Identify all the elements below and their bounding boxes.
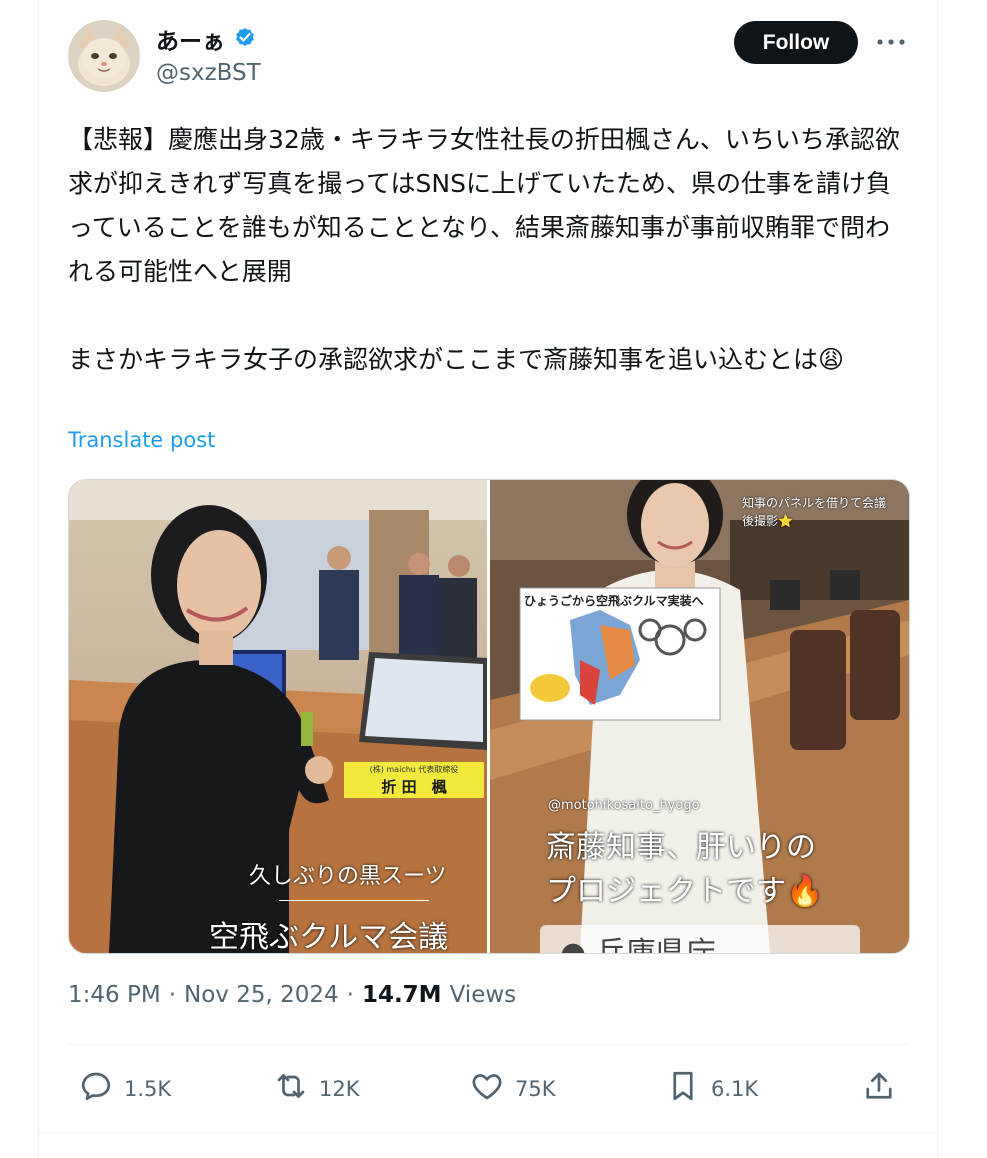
author-display-name[interactable]: あーぁ [156,22,225,56]
media-grid: (株) maichu 代表取締役 折 田 楓 久しぶりの黒スーツ 空飛ぶクルマ会… [68,479,910,954]
photo-left-caption-2: 空飛ぶクルマ会議 [209,920,449,953]
views-count: 14.7M [361,982,442,1008]
author-handle[interactable]: @sxzBST [156,60,261,86]
tweet-paragraph-2: まさかキラキラ女子の承認欲求がここまで斎藤知事を追い込むとは😩 [68,345,845,374]
photo-left-divider [279,900,429,901]
tweet-paragraph-1: 【悲報】慶應出身32歳・キラキラ女性社長の折田楓さん、いちいち承認欲求が抑えきれ… [68,125,900,286]
author-name-row: あーぁ [156,22,257,56]
divider [68,1044,908,1045]
repost-icon [273,1068,309,1109]
verified-badge-icon [233,25,257,53]
reply-button[interactable]: 1.5K [78,1068,171,1109]
photo-right-tag: @motohikosaito_hyogo [548,798,700,813]
photo-left[interactable]: (株) maichu 代表取締役 折 田 楓 久しぶりの黒スーツ 空飛ぶクルマ会… [69,480,487,953]
photo-right-top-note: 知事のパネルを借りて会議後撮影⭐ [742,496,887,528]
action-bar: 1.5K 12K 75K 6.1K [68,1068,908,1112]
tweet-time[interactable]: 1:46 PM [68,982,161,1008]
photo-right-partial-label: ● 兵庫県庁 [560,928,716,953]
reply-icon [78,1068,114,1109]
views-label: Views [449,982,517,1008]
like-button[interactable]: 75K [469,1068,556,1109]
translate-post-link[interactable]: Translate post [68,428,215,452]
photo-right[interactable]: 知事のパネルを借りて会議後撮影⭐ ひょうごから空飛ぶクルマ実装へ @motohi… [490,480,909,953]
tweet-text: 【悲報】慶應出身32歳・キラキラ女性社長の折田楓さん、いちいち承認欲求が抑えきれ… [68,118,908,382]
bookmark-count: 6.1K [711,1076,759,1101]
tweet-meta: 1:46 PM · Nov 25, 2024 · 14.7M Views [68,982,516,1008]
reply-count: 1.5K [124,1076,172,1101]
photo-left-caption-1: 久しぶりの黒スーツ [249,864,447,889]
tweet-date[interactable]: Nov 25, 2024 [184,982,339,1008]
nameplate-title: (株) maichu 代表取締役 [369,765,459,774]
follow-button[interactable]: Follow [734,21,858,64]
bookmark-button[interactable]: 6.1K [665,1068,758,1109]
panel-title: ひょうごから空飛ぶクルマ実装へ [524,594,704,608]
more-options-icon[interactable] [874,28,908,56]
photo-right-caption-1: 斎藤知事、肝いりの [546,830,816,865]
repost-count: 12K [319,1076,360,1101]
photo-right-caption-2: プロジェクトです🔥 [546,874,824,909]
heart-icon [469,1068,505,1109]
meta-separator: · [168,982,176,1008]
repost-button[interactable]: 12K [273,1068,360,1109]
bottom-divider [38,1132,936,1133]
author-avatar[interactable] [68,20,140,92]
nameplate-name: 折 田 楓 [381,778,447,796]
meta-separator: · [346,982,354,1008]
share-icon [861,1068,897,1109]
like-count: 75K [515,1076,556,1101]
bookmark-icon [665,1068,701,1109]
share-button[interactable] [861,1068,897,1109]
